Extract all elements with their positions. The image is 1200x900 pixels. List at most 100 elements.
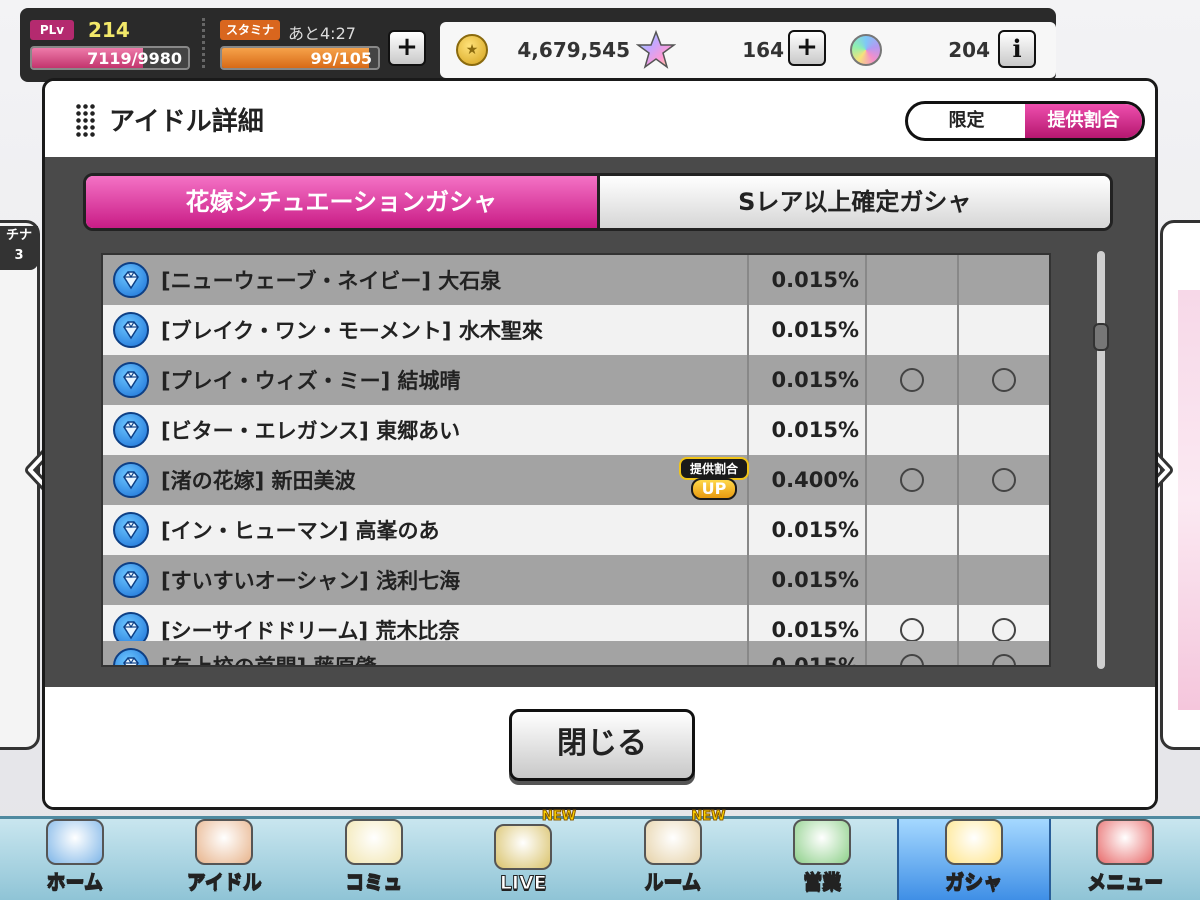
circle-mark-icon bbox=[900, 468, 924, 492]
plv-exp-bar: 7119/9980 bbox=[30, 46, 190, 70]
nav-item-0[interactable]: ホーム bbox=[0, 819, 150, 900]
diamond-rarity-icon bbox=[113, 262, 149, 298]
card-name-cell: [ブレイク・ワン・モーメント] 水木聖來 bbox=[103, 305, 749, 355]
diamond-rarity-icon bbox=[113, 312, 149, 348]
mark-cell-1 bbox=[867, 455, 959, 505]
list-item[interactable]: [ニューウェーブ・ネイビー] 大石泉 0.015% bbox=[103, 255, 1049, 305]
nav-item-1[interactable]: アイドル bbox=[150, 819, 300, 900]
diamond-rarity-icon bbox=[113, 462, 149, 498]
coin-icon: ★ bbox=[456, 34, 488, 66]
mark-cell-2 bbox=[959, 305, 1049, 355]
circle-mark-icon bbox=[900, 654, 924, 665]
circle-mark-icon bbox=[992, 654, 1016, 665]
diamond-rarity-icon bbox=[113, 562, 149, 598]
mark-cell-1 bbox=[867, 255, 959, 305]
rate-value: 0.015% bbox=[749, 405, 867, 455]
mark-cell-2 bbox=[959, 455, 1049, 505]
gacha-tabs: 花嫁シチュエーションガシャ Sレア以上確定ガシャ bbox=[83, 173, 1113, 231]
stamina-remaining-time: あと4:27 bbox=[288, 24, 356, 43]
diamond-rarity-icon bbox=[113, 648, 149, 665]
nav-item-5[interactable]: 営業 bbox=[748, 819, 898, 900]
nav-label: メニュー bbox=[1087, 871, 1164, 894]
stamina-text: 99/105 bbox=[310, 49, 372, 68]
modal-body: 花嫁シチュエーションガシャ Sレア以上確定ガシャ [ニューウェーブ・ネイビー] … bbox=[45, 157, 1155, 687]
modal-header: アイドル詳細 限定 提供割合 bbox=[45, 81, 1155, 157]
star-jewel-value: 164 bbox=[742, 38, 784, 62]
scroll-thumb[interactable] bbox=[1093, 323, 1109, 351]
rate-up-badge-top: 提供割合 bbox=[679, 457, 749, 480]
circle-mark-icon bbox=[900, 368, 924, 392]
rate-list: [ニューウェーブ・ネイビー] 大石泉 0.015% [ブレイク・ワン・モーメント] … bbox=[101, 253, 1051, 667]
nav-item-3[interactable]: LIVE NEW bbox=[449, 809, 599, 900]
diamond-rarity-icon bbox=[113, 512, 149, 548]
mark-cell-1 bbox=[867, 405, 959, 455]
mark-cell-2 bbox=[959, 405, 1049, 455]
mark-cell-1 bbox=[867, 555, 959, 605]
nav-item-7[interactable]: メニュー bbox=[1051, 819, 1200, 900]
nav-item-2[interactable]: コミュ bbox=[299, 819, 449, 900]
plv-exp-text: 7119/9980 bbox=[87, 49, 182, 68]
modal-footer: 閉じる bbox=[45, 687, 1155, 807]
jewel-plus-button[interactable]: + bbox=[788, 30, 826, 66]
diamond-rarity-icon bbox=[113, 362, 149, 398]
stamina-plus-button[interactable]: + bbox=[388, 30, 426, 66]
bottom-nav: ホーム アイドル コミュ LIVE NEW ルーム NEW 営業 ガシャ メニュー bbox=[0, 809, 1200, 900]
diamond-rarity-icon bbox=[113, 412, 149, 448]
modal-title: アイドル詳細 bbox=[109, 107, 264, 137]
list-scrollbar[interactable] bbox=[1093, 251, 1109, 669]
list-item[interactable]: [ブレイク・ワン・モーメント] 水木聖來 0.015% bbox=[103, 305, 1049, 355]
grip-icon bbox=[75, 103, 97, 137]
nav-label: ルーム bbox=[644, 871, 701, 894]
list-item[interactable]: [イン・ヒューマン] 高峯のあ 0.015% bbox=[103, 505, 1049, 555]
circle-mark-icon bbox=[992, 468, 1016, 492]
plv-label: PLv bbox=[30, 20, 74, 40]
plv-value: 214 bbox=[88, 18, 130, 42]
mark-cell-2 bbox=[959, 641, 1049, 665]
money-value: 4,679,545 bbox=[517, 38, 630, 62]
segment-rates[interactable]: 提供割合 bbox=[1025, 104, 1142, 138]
background-left-tag: チナ 3 bbox=[0, 226, 38, 270]
list-item[interactable]: [ビター・エレガンス] 東郷あい 0.015% bbox=[103, 405, 1049, 455]
orb-value: 204 bbox=[948, 38, 990, 62]
rate-value: 0.015% bbox=[749, 305, 867, 355]
tab-s-rare-guaranteed-gacha[interactable]: Sレア以上確定ガシャ bbox=[599, 176, 1110, 228]
list-item[interactable]: [渚の花嫁] 新田美波 提供割合 UP 0.400% bbox=[103, 455, 1049, 505]
rate-value: 0.015% bbox=[749, 555, 867, 605]
card-name-cell: [すいすいオーシャン] 浅利七海 bbox=[103, 555, 749, 605]
list-item[interactable]: [有上校の首間] 藤原肇 0.015% bbox=[103, 641, 1049, 667]
nav-item-6[interactable]: ガシャ bbox=[897, 819, 1051, 900]
card-name: [プレイ・ウィズ・ミー] 結城晴 bbox=[161, 369, 461, 393]
mark-cell-1 bbox=[867, 305, 959, 355]
card-name: [有上校の首間] 藤原肇 bbox=[161, 655, 377, 667]
close-button[interactable]: 閉じる bbox=[509, 709, 695, 781]
nav-item-4[interactable]: ルーム NEW bbox=[598, 809, 748, 900]
new-badge: NEW bbox=[691, 809, 726, 825]
mark-cell-2 bbox=[959, 355, 1049, 405]
star-jewel-icon bbox=[636, 30, 676, 69]
info-button[interactable]: i bbox=[998, 30, 1036, 68]
detail-segment-control: 限定 提供割合 bbox=[905, 101, 1145, 141]
list-item[interactable]: [すいすいオーシャン] 浅利七海 0.015% bbox=[103, 555, 1049, 605]
idol-portrait-icon bbox=[195, 819, 254, 865]
nav-label: コミュ bbox=[345, 871, 403, 894]
mark-cell-2 bbox=[959, 505, 1049, 555]
card-name-cell: [有上校の首間] 藤原肇 bbox=[103, 641, 749, 667]
rate-value: 0.400% bbox=[749, 455, 867, 505]
rate-up-badge-bottom: UP bbox=[691, 478, 737, 500]
card-name: [ビター・エレガンス] 東郷あい bbox=[161, 419, 461, 443]
card-name: [ニューウェーブ・ネイビー] 大石泉 bbox=[161, 269, 502, 293]
mark-cell-2 bbox=[959, 255, 1049, 305]
speech-bubbles-icon bbox=[344, 819, 403, 865]
list-item[interactable]: [プレイ・ウィズ・ミー] 結城晴 0.015% bbox=[103, 355, 1049, 405]
nav-label: アイドル bbox=[186, 871, 262, 894]
card-name: [渚の花嫁] 新田美波 bbox=[161, 469, 356, 493]
segment-limited[interactable]: 限定 bbox=[908, 104, 1025, 138]
menu-book-icon bbox=[1096, 819, 1155, 865]
rate-value: 0.015% bbox=[749, 255, 867, 305]
rate-value: 0.015% bbox=[749, 505, 867, 555]
microphone-icon bbox=[494, 824, 553, 870]
card-name-cell: [ビター・エレガンス] 東郷あい bbox=[103, 405, 749, 455]
tab-bridal-gacha[interactable]: 花嫁シチュエーションガシャ bbox=[86, 176, 600, 228]
card-name-cell: [ニューウェーブ・ネイビー] 大石泉 bbox=[103, 255, 749, 305]
nav-label: ガシャ bbox=[945, 871, 1003, 894]
